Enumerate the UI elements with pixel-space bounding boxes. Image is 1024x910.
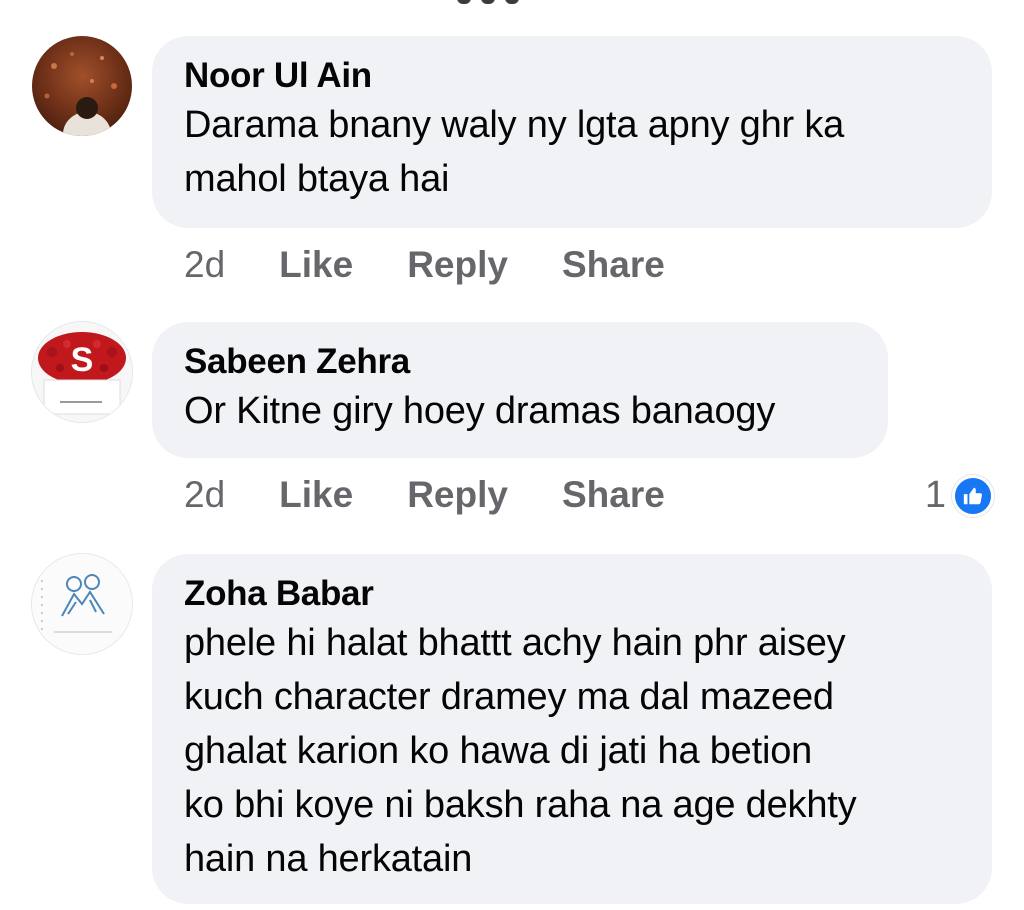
comment-text-line: ghalat karion ko hawa di jati ha betion [184, 730, 813, 772]
comment-author[interactable]: Noor Ul Ain [184, 54, 960, 98]
previous-comment-edge [448, 0, 528, 6]
comment-text-line: Darama bnany waly ny lgta apny ghr ka [184, 104, 845, 146]
comment-bubble: Zoha Babar phele hi halat bhattt achy ha… [152, 554, 992, 904]
comment-actions: 2d Like Reply Share [184, 244, 719, 286]
thumbs-up-icon [952, 474, 994, 517]
avatar[interactable] [32, 36, 132, 136]
share-button[interactable]: Share [562, 474, 665, 516]
comment-timestamp[interactable]: 2d [184, 244, 225, 286]
comment-text-line: ko bhi koye ni baksh raha na age dekhty [184, 784, 857, 826]
avatar-letter: S [71, 341, 94, 379]
comment-text-line: Or Kitne giry hoey dramas banaogy [184, 390, 776, 432]
like-button[interactable]: Like [279, 474, 353, 516]
reply-button[interactable]: Reply [407, 244, 508, 286]
comment-text-line: hain na herkatain [184, 838, 473, 880]
comment-author[interactable]: Sabeen Zehra [184, 340, 856, 384]
sketch-drawing-avatar-icon [32, 554, 132, 654]
photo-person-avatar-icon [32, 36, 132, 136]
reaction-summary[interactable]: 1 [925, 474, 994, 517]
comment-bubble: Sabeen Zehra Or Kitne giry hoey dramas b… [152, 322, 888, 458]
reaction-count: 1 [924, 474, 946, 516]
comment-actions: 2d Like Reply Share [184, 474, 719, 516]
comment-author[interactable]: Zoha Babar [184, 572, 960, 616]
comment-bubble: Noor Ul Ain Darama bnany waly ny lgta ap… [152, 36, 992, 228]
share-button[interactable]: Share [562, 244, 665, 286]
comment-text-line: phele hi halat bhattt achy hain phr aise… [184, 622, 846, 664]
comment-timestamp[interactable]: 2d [184, 474, 225, 516]
avatar[interactable] [32, 554, 132, 654]
comment-text-line: kuch character dramey ma dal mazeed [184, 676, 834, 718]
comment-text-line: mahol btaya hai [184, 158, 450, 200]
reply-button[interactable]: Reply [407, 474, 508, 516]
like-button[interactable]: Like [279, 244, 353, 286]
letter-s-flowers-avatar-icon: S [32, 322, 132, 422]
avatar[interactable]: S [32, 322, 132, 422]
